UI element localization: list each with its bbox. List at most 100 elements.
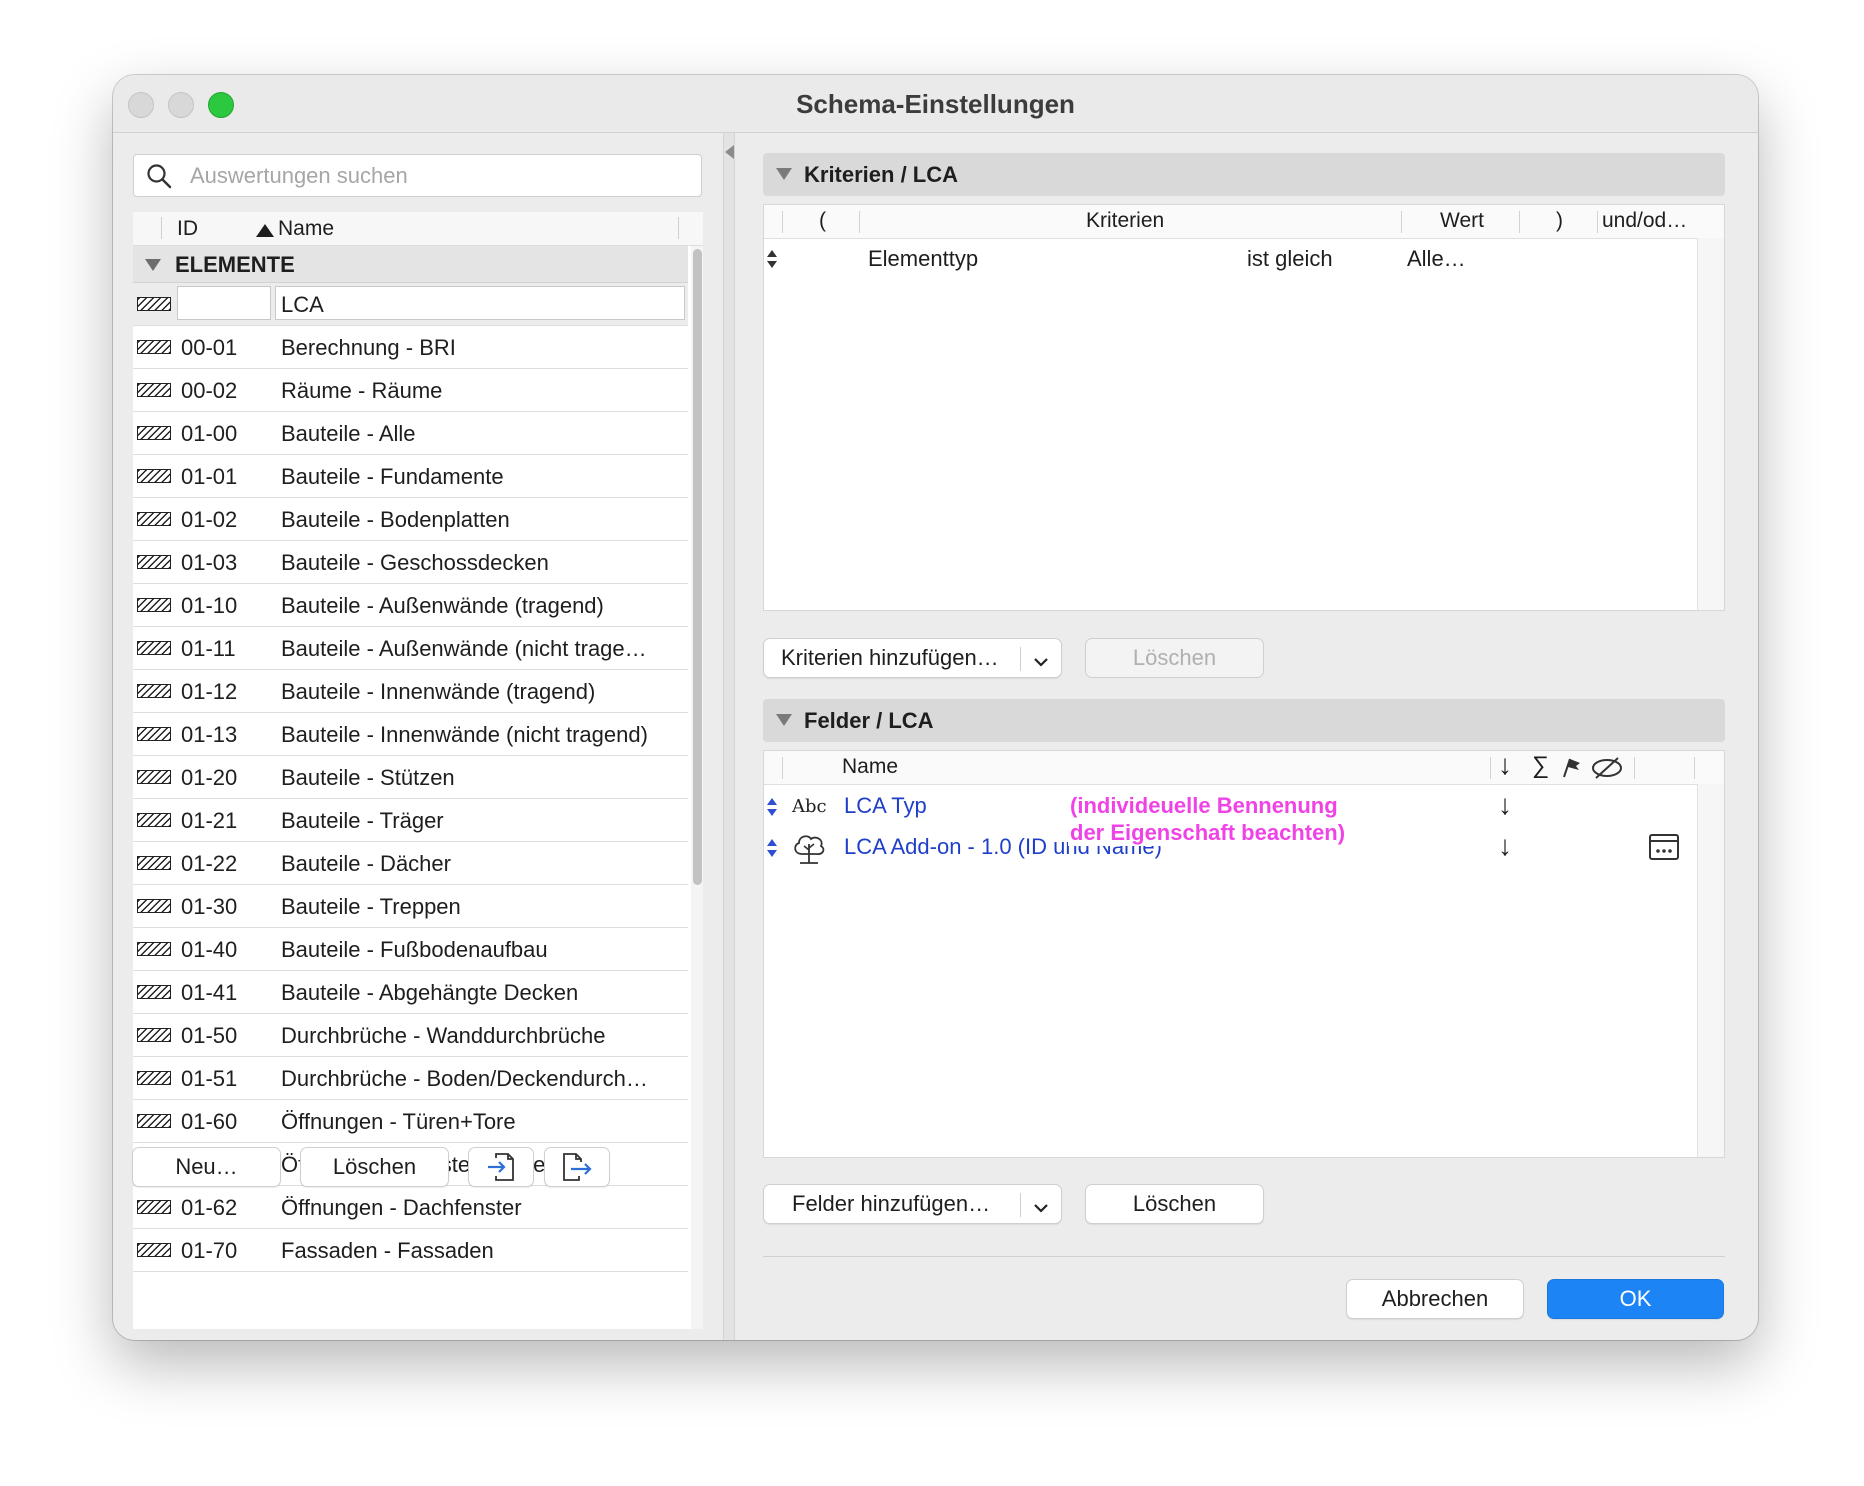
options-window-icon[interactable] [1648,832,1680,862]
column-close-paren: ) [1556,209,1563,232]
list-item-id: 01-10 [181,593,238,618]
add-criteria-label: Kriterien hinzufügen… [781,645,999,670]
list-item[interactable]: 01-22 Bauteile - Dächer [133,842,688,885]
list-item-name: Bauteile - Stützen [281,765,455,790]
button-separator [1020,1193,1021,1217]
hidden-eye-icon[interactable] [1590,756,1624,780]
collapse-pane-icon[interactable] [725,145,734,159]
list-item-name: Durchbrüche - Boden/Deckendurch… [281,1066,648,1091]
window-title: Schema-Einstellungen [796,89,1075,119]
fields-scrollbar[interactable] [1697,784,1724,1157]
list-item-name: Bauteile - Fundamente [281,464,504,489]
column-value: Wert [1440,209,1484,232]
list-item-id: 01-40 [181,937,238,962]
add-fields-button[interactable]: Felder hinzufügen… [763,1184,1062,1224]
list-item-name: Durchbrüche - Wanddurchbrüche [281,1023,606,1048]
search-icon [147,164,172,189]
criteria-value[interactable]: Alle… [1407,246,1466,272]
criteria-table[interactable]: ( Kriterien Wert ) und/od… Elementtyp is… [763,204,1725,611]
import-icon [488,1153,514,1181]
reorder-handle-icon[interactable] [766,797,778,817]
list-item[interactable]: 01-11 Bauteile - Außenwände (nicht trage… [133,627,688,670]
group-label: ELEMENTE [175,252,295,277]
column-name-header[interactable]: Name [278,217,334,241]
list-scrollbar[interactable] [691,246,703,1329]
criteria-section-header[interactable]: Kriterien / LCA [763,153,1725,196]
list-item[interactable]: 01-12 Bauteile - Innenwände (tragend) [133,670,688,713]
chevron-down-icon[interactable] [1033,1202,1049,1214]
list-item[interactable]: 01-20 Bauteile - Stützen [133,756,688,799]
fields-section-header[interactable]: Felder / LCA [763,699,1725,742]
scrollbar-thumb[interactable] [693,249,702,885]
list-item[interactable]: 01-10 Bauteile - Außenwände (tragend) [133,584,688,627]
list-item-name: Bauteile - Innenwände (nicht tragend) [281,722,648,747]
delete-criteria-button[interactable]: Löschen [1085,638,1264,678]
criteria-operator[interactable]: ist gleich [1247,246,1333,272]
title-bar: Schema-Einstellungen [113,75,1758,133]
list-item-id: 01-50 [181,1023,238,1048]
list-item-name: Öffnungen - Dachfenster [281,1195,522,1220]
reorder-handle-icon[interactable] [766,838,778,858]
hatch-icon [137,985,171,999]
list-item[interactable]: 01-01 Bauteile - Fundamente [133,455,688,498]
list-item[interactable]: 01-40 Bauteile - Fußbodenaufbau [133,928,688,971]
search-box[interactable] [133,154,702,197]
addon-tree-icon [794,835,825,864]
list-item[interactable]: 01-00 Bauteile - Alle [133,412,688,455]
header-separator [161,217,162,239]
sort-down-icon[interactable]: ↓ [1498,749,1512,781]
header-separator [782,211,783,233]
sum-icon[interactable]: ∑ [1532,752,1549,780]
add-criteria-button[interactable]: Kriterien hinzufügen… [763,638,1062,678]
disclosure-triangle-icon[interactable] [145,259,161,271]
export-button[interactable] [544,1147,610,1187]
pane-splitter[interactable] [723,133,735,1340]
delete-schedule-button[interactable]: Löschen [300,1147,449,1187]
list-item[interactable]: 00-01 Berechnung - BRI [133,326,688,369]
list-item[interactable]: 01-03 Bauteile - Geschossdecken [133,541,688,584]
hatch-icon [137,942,171,956]
list-item[interactable]: 00-02 Räume - Räume [133,369,688,412]
list-item[interactable]: 01-13 Bauteile - Innenwände (nicht tragen… [133,713,688,756]
header-separator [1519,211,1520,233]
chevron-down-icon[interactable] [1033,656,1049,668]
dialog-window: Schema-Einstellungen ID Name ELEMENTE [113,75,1758,1340]
reorder-handle-icon[interactable] [766,249,778,269]
criteria-scrollbar[interactable] [1697,238,1724,610]
fields-section-title: Felder / LCA [804,708,934,733]
group-row-elemente[interactable]: ELEMENTE [133,246,688,283]
sort-down-icon[interactable]: ↓ [1498,830,1512,862]
new-button[interactable]: Neu… [132,1147,281,1187]
hatch-icon [137,684,171,698]
list-item[interactable]: 01-21 Bauteile - Träger [133,799,688,842]
name-edit-field[interactable] [275,286,685,320]
delete-fields-button[interactable]: Löschen [1085,1184,1264,1224]
disclosure-triangle-icon[interactable] [776,168,792,180]
header-separator [1597,211,1598,233]
search-input[interactable] [188,159,692,193]
list-item[interactable]: 01-30 Bauteile - Treppen [133,885,688,928]
list-item[interactable]: 01-50 Durchbrüche - Wanddurchbrüche [133,1014,688,1057]
cancel-button[interactable]: Abbrechen [1346,1279,1524,1319]
flag-icon[interactable] [1560,757,1582,779]
hatch-icon [137,1028,171,1042]
sort-down-icon[interactable]: ↓ [1498,789,1512,821]
list-item[interactable]: 01-41 Bauteile - Abgehängte Decken [133,971,688,1014]
hatch-icon [137,555,171,569]
list-item[interactable]: 01-60 Öffnungen - Türen+Tore [133,1100,688,1143]
list-item[interactable]: 01-62 Öffnungen - Dachfenster [133,1186,688,1229]
criteria-row[interactable]: Elementtyp ist gleich Alle… [764,241,1694,277]
list-item[interactable]: 01-02 Bauteile - Bodenplatten [133,498,688,541]
field-name[interactable]: LCA Typ [844,793,927,819]
criteria-type[interactable]: Elementtyp [868,246,978,272]
list-item-selected[interactable]: LCA [133,283,688,326]
list-item-id: 01-11 [181,636,236,661]
list-item-id: 01-03 [181,550,238,575]
list-item[interactable]: 01-51 Durchbrüche - Boden/Deckendurch… [133,1057,688,1100]
ok-button[interactable]: OK [1547,1279,1724,1319]
disclosure-triangle-icon[interactable] [776,714,792,726]
column-id-header[interactable]: ID [177,217,198,241]
import-button[interactable] [468,1147,534,1187]
list-item[interactable]: 01-70 Fassaden - Fassaden [133,1229,688,1272]
id-edit-field[interactable] [177,286,271,320]
